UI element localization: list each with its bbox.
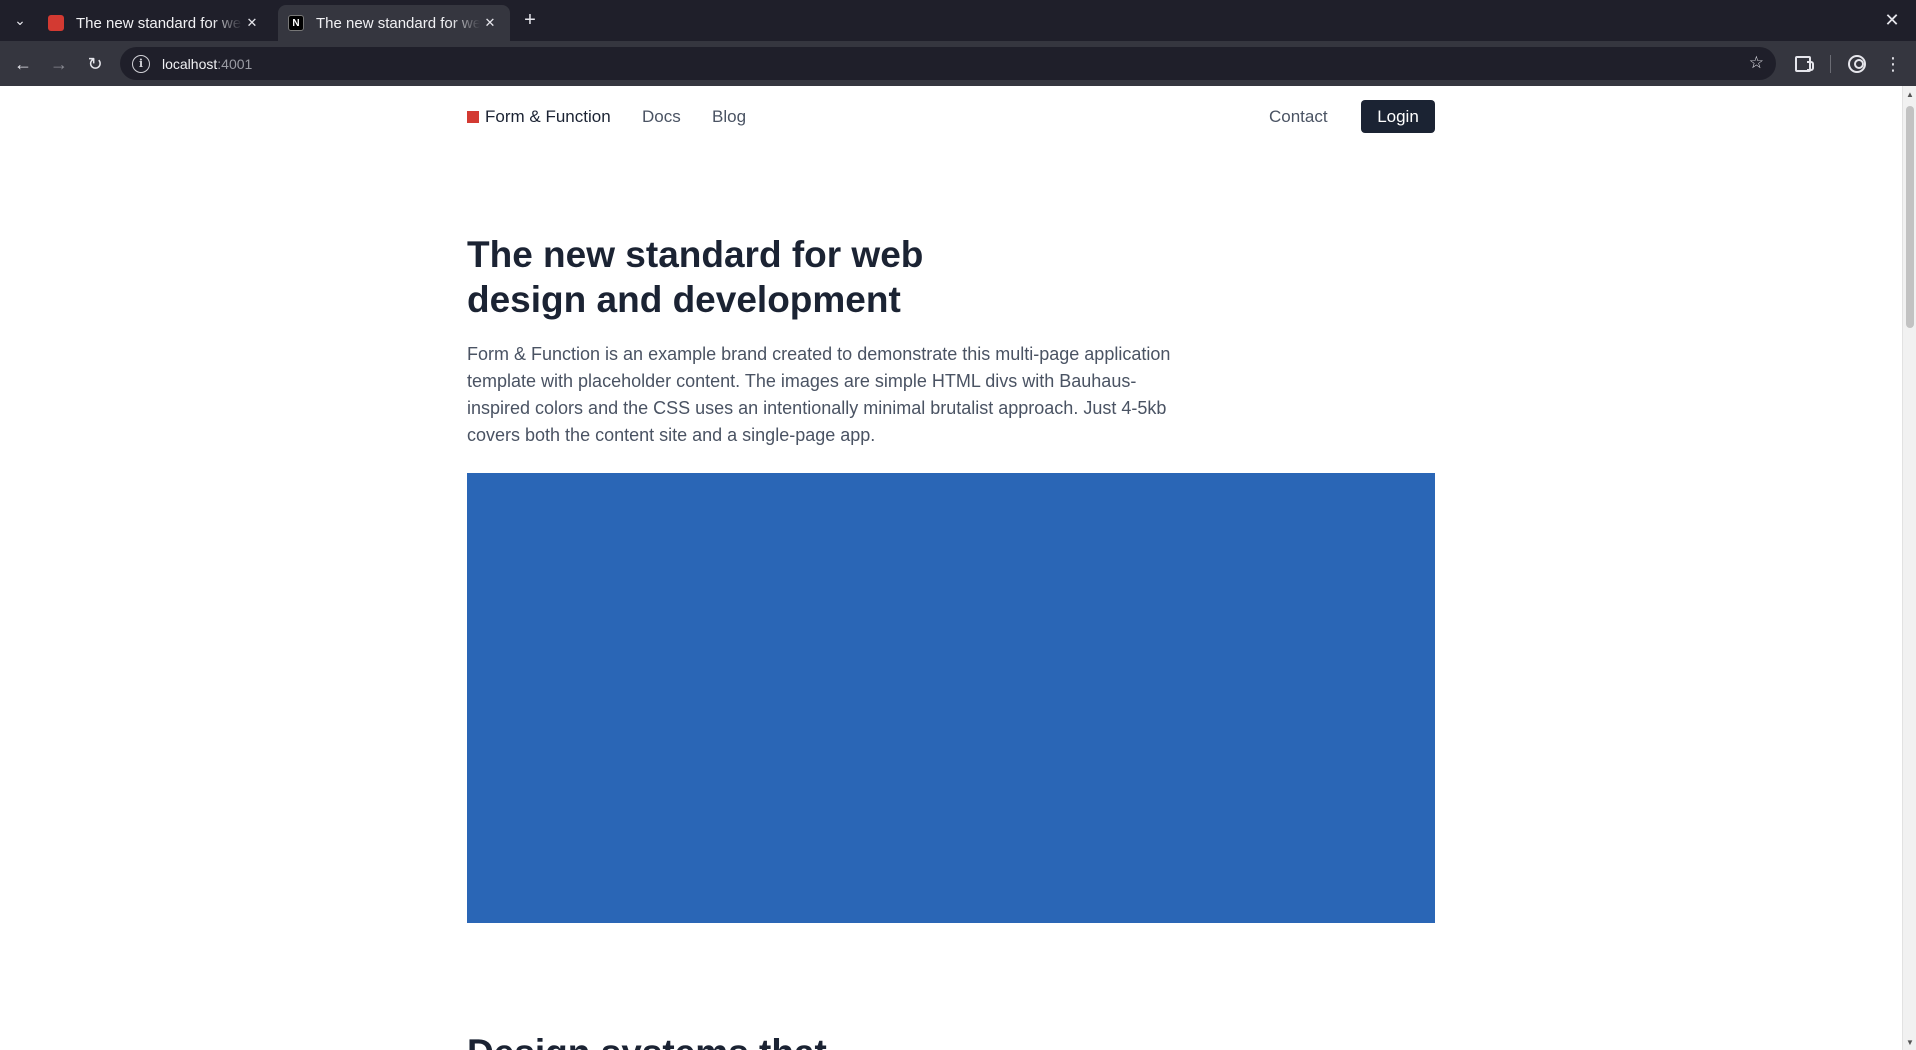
scroll-down-arrow-icon[interactable]: ▼ — [1905, 1036, 1915, 1048]
new-tab-plus-icon[interactable]: + — [518, 8, 542, 32]
extensions-icon[interactable] — [1790, 51, 1816, 77]
bookmark-star-icon[interactable]: ☆ — [1749, 53, 1764, 73]
site-header-nav: Form & Function Docs Blog Contact Login — [467, 100, 1435, 133]
reload-icon[interactable]: ↻ — [82, 51, 108, 77]
tab-search-chevron-icon[interactable]: ⌄ — [8, 8, 32, 32]
browser-menu-icon[interactable]: ⋮ — [1880, 51, 1906, 77]
hero-title: The new standard for web design and deve… — [467, 234, 924, 320]
forward-arrow-icon[interactable]: → — [46, 51, 72, 77]
window-close-icon[interactable]: ✕ — [1880, 8, 1904, 32]
hero-description: Form & Function is an example brand crea… — [467, 344, 1171, 445]
tab-title: The new standard for web design and deve… — [316, 14, 480, 32]
browser-tab-2[interactable]: N The new standard for web design and de… — [278, 5, 510, 41]
nav-link-blog[interactable]: Blog — [712, 100, 746, 133]
brand-red-square-icon — [467, 110, 479, 123]
profile-icon[interactable] — [1844, 51, 1870, 77]
n-letter-favicon-icon: N — [288, 15, 304, 31]
back-arrow-icon[interactable]: ← — [10, 51, 36, 77]
nav-link-docs[interactable]: Docs — [642, 100, 681, 133]
address-bar[interactable]: i localhost:4001 ☆ — [120, 47, 1776, 80]
toolbar-divider — [1830, 55, 1831, 73]
red-square-favicon-icon — [48, 15, 64, 31]
page-scrollbar[interactable]: ▲ ▼ — [1902, 86, 1916, 1050]
scroll-up-arrow-icon[interactable]: ▲ — [1905, 88, 1915, 100]
section-heading: Design systems that — [467, 1030, 1435, 1050]
close-tab-icon[interactable]: ✕ — [242, 13, 262, 33]
brand-home-link[interactable]: Form & Function — [467, 100, 611, 133]
login-button[interactable]: Login — [1361, 100, 1435, 133]
site-info-icon[interactable]: i — [132, 54, 150, 73]
page-viewport: Form & Function Docs Blog Contact Login … — [0, 86, 1916, 1050]
browser-tab-bar: ⌄ The new standard for web design and de… — [0, 0, 1916, 41]
browser-tab-1[interactable]: The new standard for web design and deve… — [38, 5, 272, 41]
scrollbar-thumb[interactable] — [1906, 106, 1914, 328]
hero-image-placeholder — [467, 473, 1435, 923]
brand-name: Form & Function — [485, 106, 611, 126]
url-text: localhost:4001 — [162, 55, 253, 72]
browser-toolbar: ← → ↻ i localhost:4001 ☆ ⋮ — [0, 41, 1916, 86]
close-tab-icon[interactable]: ✕ — [480, 13, 500, 33]
nav-link-contact[interactable]: Contact — [1269, 100, 1328, 133]
tab-title: The new standard for web design and deve… — [76, 14, 242, 32]
